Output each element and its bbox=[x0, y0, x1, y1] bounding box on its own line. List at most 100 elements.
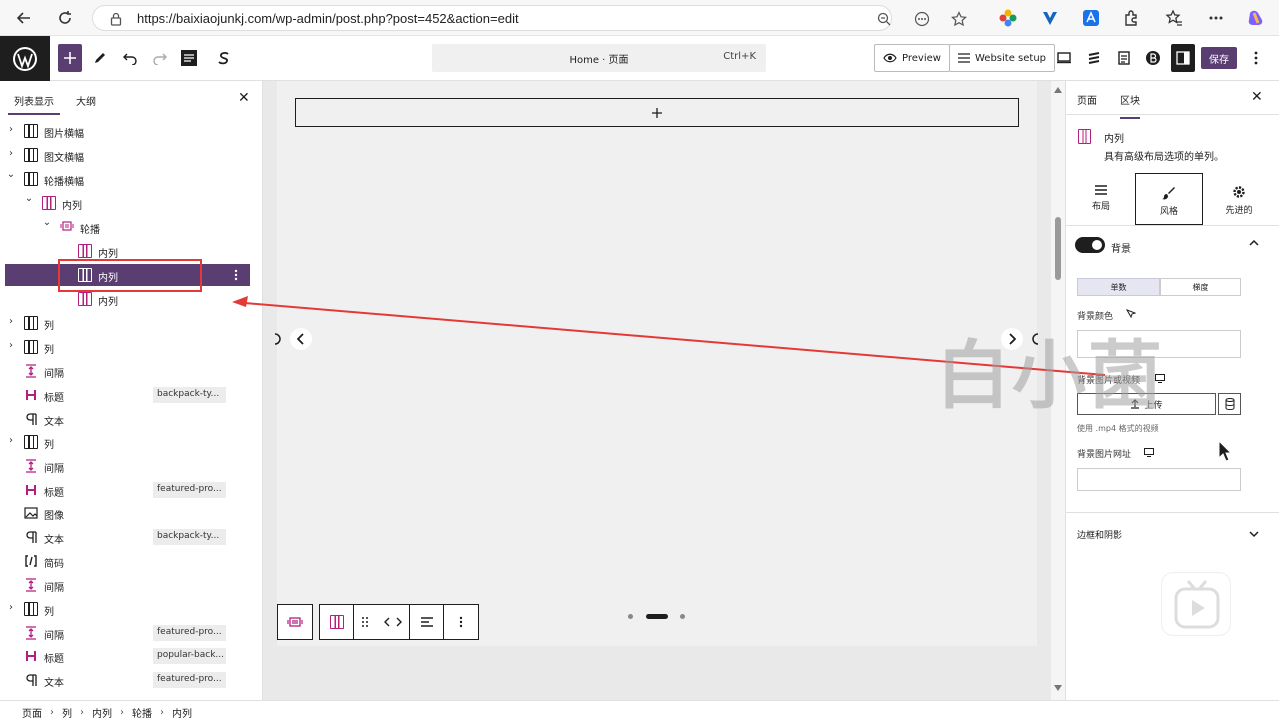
background-toggle[interactable] bbox=[1075, 237, 1105, 253]
tree-row-spacer[interactable]: 间隔 bbox=[0, 360, 262, 382]
edit-pencil-icon[interactable] bbox=[90, 44, 110, 72]
tree-row-columns[interactable]: › 列 bbox=[0, 312, 262, 334]
tree-row-spacer[interactable]: 间隔 featured-pro... bbox=[0, 622, 262, 644]
scroll-thumb[interactable] bbox=[1055, 217, 1061, 280]
tree-row-paragraph[interactable]: 文本 featured-pro... bbox=[0, 669, 262, 691]
chevron-right-icon[interactable]: › bbox=[6, 340, 16, 351]
tree-row-heading[interactable]: 标题 featured-pro... bbox=[0, 479, 262, 501]
preview-button[interactable]: Preview bbox=[874, 44, 950, 72]
options-menu-icon[interactable] bbox=[1246, 44, 1266, 72]
tree-row-carousel-banner[interactable]: ⌄ 轮播横幅 bbox=[0, 168, 262, 190]
tree-row-heading[interactable]: 标题 popular-back... bbox=[0, 645, 262, 667]
tab-list-view[interactable]: 列表显示 bbox=[14, 93, 54, 108]
breadcrumb-item[interactable]: 列 bbox=[62, 705, 72, 720]
upload-button[interactable]: 上传 bbox=[1077, 393, 1216, 415]
back-icon[interactable] bbox=[12, 6, 36, 30]
plugin-b-icon[interactable] bbox=[1143, 44, 1163, 72]
tree-row-image-banner[interactable]: › 图片横幅 bbox=[0, 120, 262, 142]
browser-menu-icon[interactable] bbox=[1206, 8, 1226, 28]
tab-page[interactable]: 页面 bbox=[1077, 92, 1097, 107]
chevron-right-icon[interactable]: › bbox=[6, 435, 16, 446]
slider-dot[interactable] bbox=[628, 614, 633, 619]
plugin-stripes-icon[interactable] bbox=[1084, 44, 1104, 72]
redo-icon[interactable] bbox=[150, 44, 170, 72]
block-options-icon[interactable] bbox=[444, 605, 478, 639]
tree-row-carousel[interactable]: ⌄ 轮播 bbox=[0, 216, 262, 238]
chevron-right-icon[interactable]: › bbox=[6, 124, 16, 135]
site-info-icon[interactable] bbox=[107, 10, 125, 28]
reload-icon[interactable] bbox=[53, 6, 77, 30]
slider-dot[interactable] bbox=[680, 614, 685, 619]
tree-row-inner-column[interactable]: 内列 bbox=[0, 240, 262, 262]
tree-row-inner-column-selected[interactable]: 内列 bbox=[5, 264, 250, 286]
tree-row-image[interactable]: 图像 bbox=[0, 502, 262, 524]
background-type-single[interactable]: 单数 bbox=[1077, 278, 1160, 296]
undo-icon[interactable] bbox=[120, 44, 140, 72]
tree-row-columns[interactable]: › 列 bbox=[0, 336, 262, 358]
chevron-down-icon[interactable]: ⌄ bbox=[6, 169, 16, 180]
close-icon[interactable]: ✕ bbox=[1251, 89, 1263, 105]
document-bar[interactable]: Home · 页面 Ctrl+K bbox=[432, 44, 766, 72]
breadcrumb-item[interactable]: 内列 bbox=[92, 705, 112, 720]
slider-next-icon[interactable] bbox=[1001, 328, 1023, 350]
media-library-button[interactable] bbox=[1218, 393, 1241, 415]
save-button[interactable]: 保存 bbox=[1201, 47, 1237, 69]
settings-sidebar-icon[interactable] bbox=[1171, 44, 1195, 72]
desktop-icon[interactable] bbox=[1144, 448, 1154, 457]
extension-flower-icon[interactable] bbox=[998, 8, 1018, 28]
plugin-s-icon[interactable] bbox=[213, 44, 235, 72]
tree-row-paragraph[interactable]: 文本 backpack-ty... bbox=[0, 526, 262, 548]
inner-column-block-icon[interactable] bbox=[320, 605, 354, 639]
address-bar[interactable]: https://baixiaojunkj.com/wp-admin/post.p… bbox=[92, 5, 967, 31]
canvas-scrollbar[interactable] bbox=[1051, 81, 1065, 700]
tab-advanced[interactable]: 先进的 bbox=[1205, 173, 1273, 225]
chevron-up-icon[interactable] bbox=[1249, 239, 1259, 247]
breadcrumb-item[interactable]: 轮播 bbox=[132, 705, 152, 720]
carousel-block-area[interactable] bbox=[277, 81, 1037, 646]
tab-layout[interactable]: 布局 bbox=[1067, 173, 1135, 225]
chevron-right-icon[interactable]: › bbox=[6, 316, 16, 327]
tree-row-shortcode[interactable]: 简码 bbox=[0, 550, 262, 572]
background-color-input[interactable] bbox=[1077, 330, 1241, 358]
tree-row-spacer[interactable]: 间隔 bbox=[0, 574, 262, 596]
background-type-gradient[interactable]: 梯度 bbox=[1160, 278, 1241, 296]
tab-outline[interactable]: 大纲 bbox=[76, 93, 96, 108]
chevron-right-icon[interactable]: › bbox=[6, 148, 16, 159]
favorite-star-icon[interactable] bbox=[950, 10, 968, 28]
extensions-puzzle-icon[interactable] bbox=[1122, 8, 1142, 28]
chevron-down-icon[interactable]: ⌄ bbox=[42, 217, 52, 228]
device-preview-icon[interactable] bbox=[1054, 44, 1074, 72]
tree-row-columns[interactable]: › 列 bbox=[0, 431, 262, 453]
add-block-button[interactable] bbox=[295, 98, 1019, 127]
select-parent-carousel-icon[interactable] bbox=[278, 605, 312, 639]
document-overview-icon[interactable] bbox=[178, 44, 200, 72]
eyedropper-icon[interactable] bbox=[1126, 309, 1136, 319]
chevron-right-icon[interactable]: › bbox=[6, 602, 16, 613]
desktop-icon[interactable] bbox=[1155, 374, 1165, 383]
block-inserter-button[interactable] bbox=[58, 44, 82, 72]
wordpress-logo-icon[interactable] bbox=[0, 36, 50, 81]
more-tools-icon[interactable] bbox=[913, 10, 931, 28]
tree-row-heading[interactable]: 标题 backpack-ty... bbox=[0, 384, 262, 406]
slider-dot-active[interactable] bbox=[646, 614, 668, 619]
plugin-doc-icon[interactable] bbox=[1114, 44, 1134, 72]
row-options-icon[interactable] bbox=[234, 269, 238, 281]
breadcrumb-item[interactable]: 页面 bbox=[22, 705, 42, 720]
video-player-icon[interactable] bbox=[1161, 572, 1231, 636]
extension-translate-icon[interactable] bbox=[1081, 8, 1101, 28]
extension-v-icon[interactable] bbox=[1040, 8, 1060, 28]
move-arrows-icon[interactable] bbox=[376, 605, 410, 639]
tree-row-paragraph[interactable]: 文本 bbox=[0, 408, 262, 430]
website-setup-button[interactable]: Website setup bbox=[949, 44, 1056, 72]
chevron-down-icon[interactable] bbox=[1249, 530, 1259, 538]
drag-handle-icon[interactable] bbox=[354, 605, 376, 639]
tree-row-spacer[interactable]: 间隔 bbox=[0, 455, 262, 477]
background-url-input[interactable] bbox=[1077, 468, 1241, 491]
slider-prev-icon[interactable] bbox=[290, 328, 312, 350]
close-icon[interactable]: ✕ bbox=[238, 90, 250, 106]
tree-row-text-banner[interactable]: › 图文横幅 bbox=[0, 144, 262, 166]
tree-row-inner-column[interactable]: 内列 bbox=[0, 288, 262, 310]
border-shadow-section[interactable]: 边框和阴影 bbox=[1077, 528, 1122, 541]
breadcrumb-item[interactable]: 内列 bbox=[172, 705, 192, 720]
tree-row-inner-column[interactable]: ⌄ 内列 bbox=[0, 192, 262, 214]
